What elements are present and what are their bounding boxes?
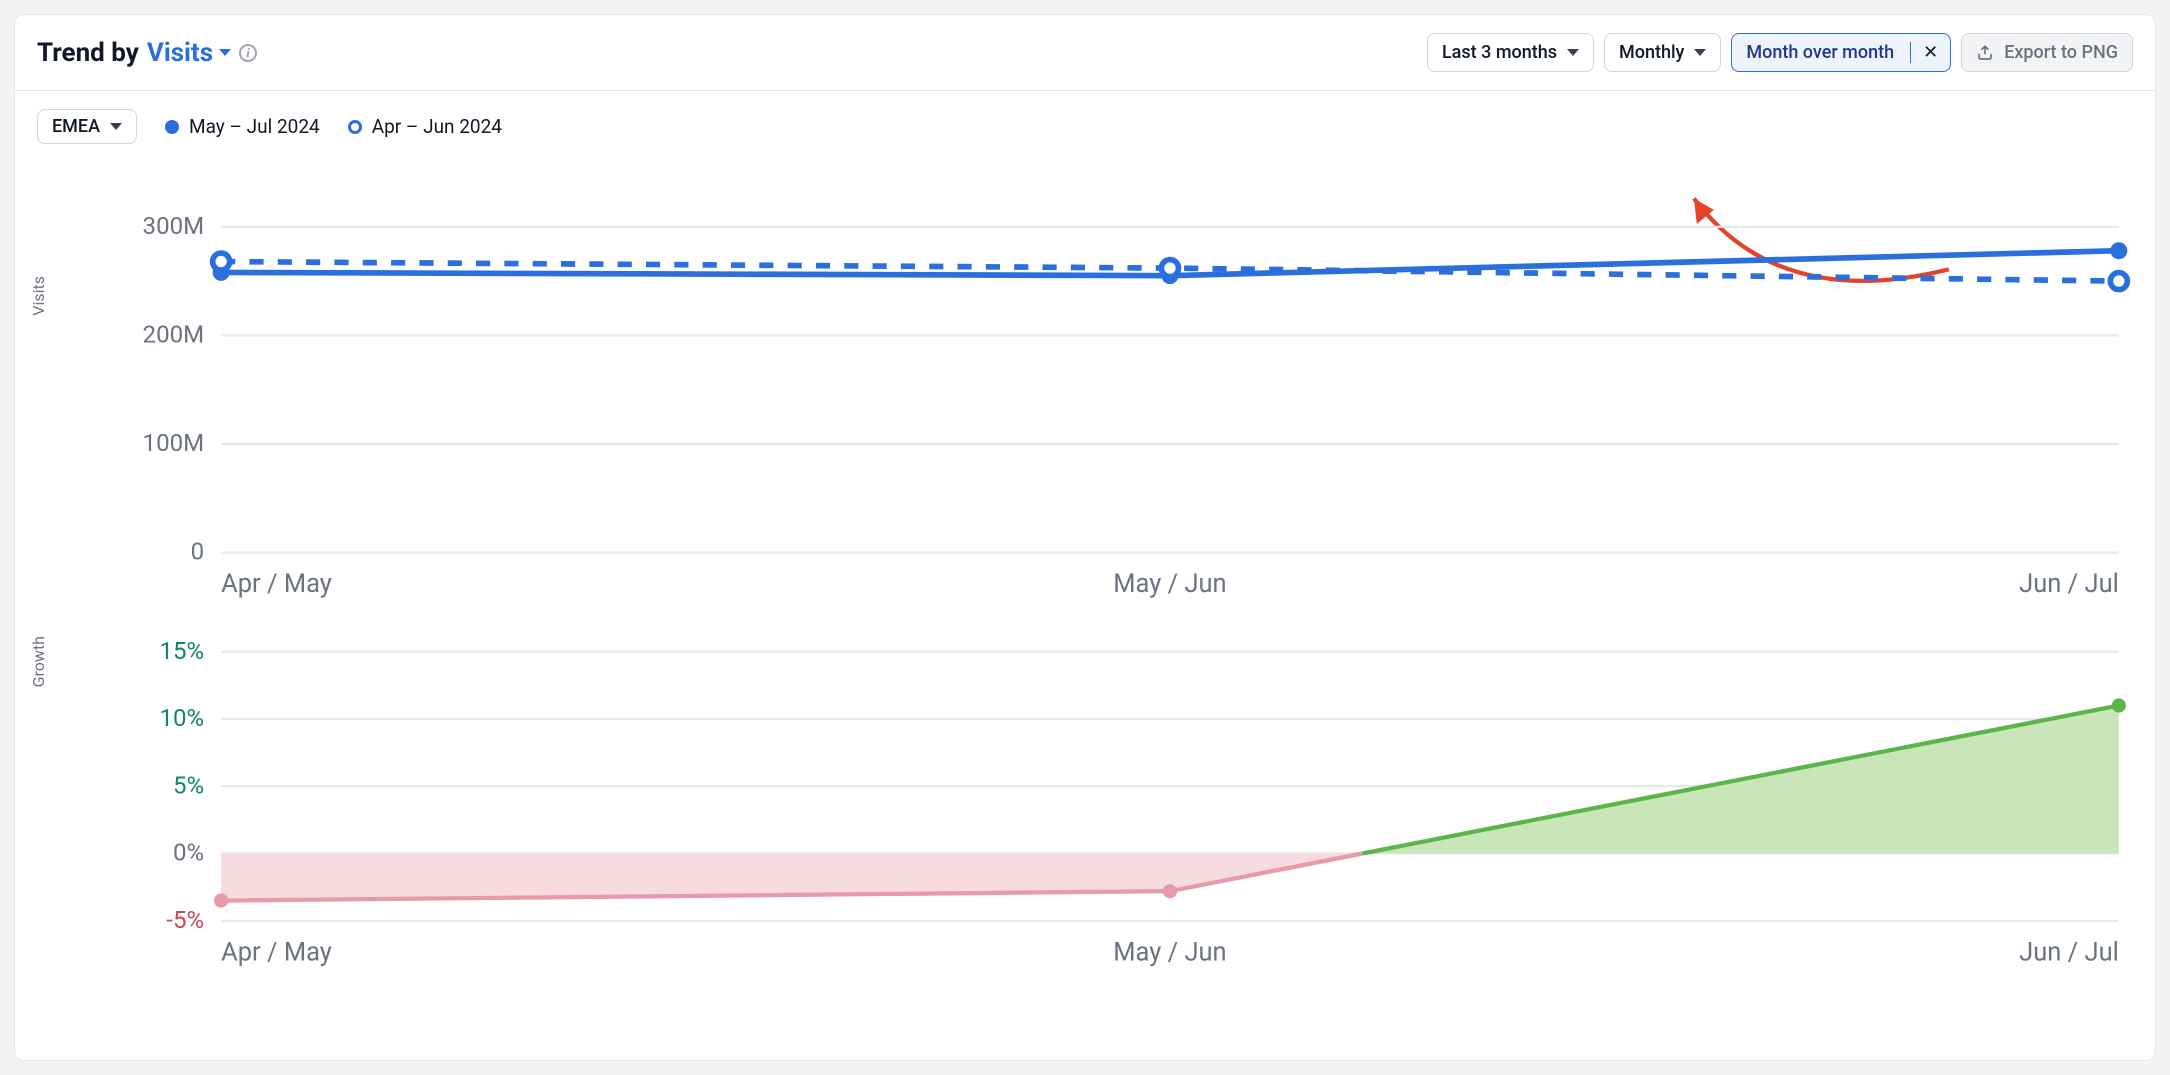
card-header: Trend by Visits i Last 3 months Monthly … xyxy=(15,15,2155,91)
granularity-dropdown[interactable]: Monthly xyxy=(1604,33,1721,72)
growth-point xyxy=(214,893,228,907)
legend-marker-solid xyxy=(165,120,179,134)
region-label: EMEA xyxy=(52,116,100,137)
data-point xyxy=(2110,242,2127,259)
x-tick-growth: Jun / Jul xyxy=(2019,937,2119,967)
y-tick-visits: 300M xyxy=(143,212,205,240)
x-tick-visits: May / Jun xyxy=(1113,569,1226,599)
export-icon xyxy=(1976,44,1994,62)
date-range-label: Last 3 months xyxy=(1442,42,1557,63)
title-prefix: Trend by xyxy=(37,38,139,68)
region-dropdown[interactable]: EMEA xyxy=(37,109,137,144)
chart-area: Visits Growth 300M200M100M0Apr / MayMay … xyxy=(37,156,2133,1034)
y-tick-growth: 0% xyxy=(173,839,204,867)
card-title: Trend by Visits i xyxy=(37,38,257,68)
x-tick-visits: Apr / May xyxy=(221,569,332,599)
export-png-button[interactable]: Export to PNG xyxy=(1961,33,2133,72)
chevron-down-icon xyxy=(1694,49,1706,56)
x-tick-growth: Apr / May xyxy=(221,937,332,967)
trend-card: Trend by Visits i Last 3 months Monthly … xyxy=(14,14,2156,1061)
x-tick-growth: May / Jun xyxy=(1113,937,1226,967)
y-axis-label-visits: Visits xyxy=(29,276,48,316)
y-tick-visits: 100M xyxy=(143,429,205,457)
chevron-down-icon xyxy=(219,49,231,56)
y-tick-growth: -5% xyxy=(166,906,204,934)
legend-row: EMEA May – Jul 2024 Apr – Jun 2024 xyxy=(37,109,2133,144)
info-icon[interactable]: i xyxy=(239,44,257,62)
y-tick-growth: 5% xyxy=(173,771,204,799)
date-range-dropdown[interactable]: Last 3 months xyxy=(1427,33,1594,72)
compare-mode-chip[interactable]: Month over month ✕ xyxy=(1731,33,1951,72)
data-point xyxy=(2110,273,2127,290)
legend-marker-hollow xyxy=(348,120,362,134)
growth-point xyxy=(1163,884,1177,898)
metric-label: Visits xyxy=(147,38,213,68)
compare-mode-label: Month over month xyxy=(1746,42,1894,63)
card-body: EMEA May – Jul 2024 Apr – Jun 2024 Visit… xyxy=(15,91,2155,1060)
granularity-label: Monthly xyxy=(1619,42,1684,63)
legend-item-current[interactable]: May – Jul 2024 xyxy=(165,115,320,138)
chevron-down-icon xyxy=(1567,49,1579,56)
y-tick-growth: 10% xyxy=(159,704,204,732)
x-tick-visits: Jun / Jul xyxy=(2019,569,2119,599)
legend-prev-label: Apr – Jun 2024 xyxy=(372,115,502,138)
y-axis-label-growth: Growth xyxy=(29,636,48,687)
y-tick-visits: 200M xyxy=(143,320,205,348)
legend-current-label: May – Jul 2024 xyxy=(189,115,320,138)
y-tick-visits: 0 xyxy=(191,538,205,566)
header-controls: Last 3 months Monthly Month over month ✕… xyxy=(1427,33,2133,72)
chevron-down-icon xyxy=(110,123,122,130)
data-point xyxy=(1161,260,1178,277)
y-tick-growth: 15% xyxy=(159,637,204,665)
annotation-arrow xyxy=(1694,198,1949,280)
visits-chart: 300M 200M 100M 0 Apr / May May / Jun Jun / Jul xyxy=(143,212,2128,599)
metric-selector[interactable]: Visits xyxy=(147,38,231,68)
data-point xyxy=(213,253,230,270)
growth-point xyxy=(2112,698,2126,712)
growth-chart: 15% 10% 5% 0% -5% Apr / May May / Jun Jun / Jul xyxy=(159,637,2125,968)
close-icon[interactable]: ✕ xyxy=(1910,42,1950,63)
legend-item-previous[interactable]: Apr – Jun 2024 xyxy=(348,115,502,138)
chart-svg: 300M 200M 100M 0 Apr / May May / Jun Jun / Jul… xyxy=(37,156,2133,1034)
export-label: Export to PNG xyxy=(2004,42,2118,63)
